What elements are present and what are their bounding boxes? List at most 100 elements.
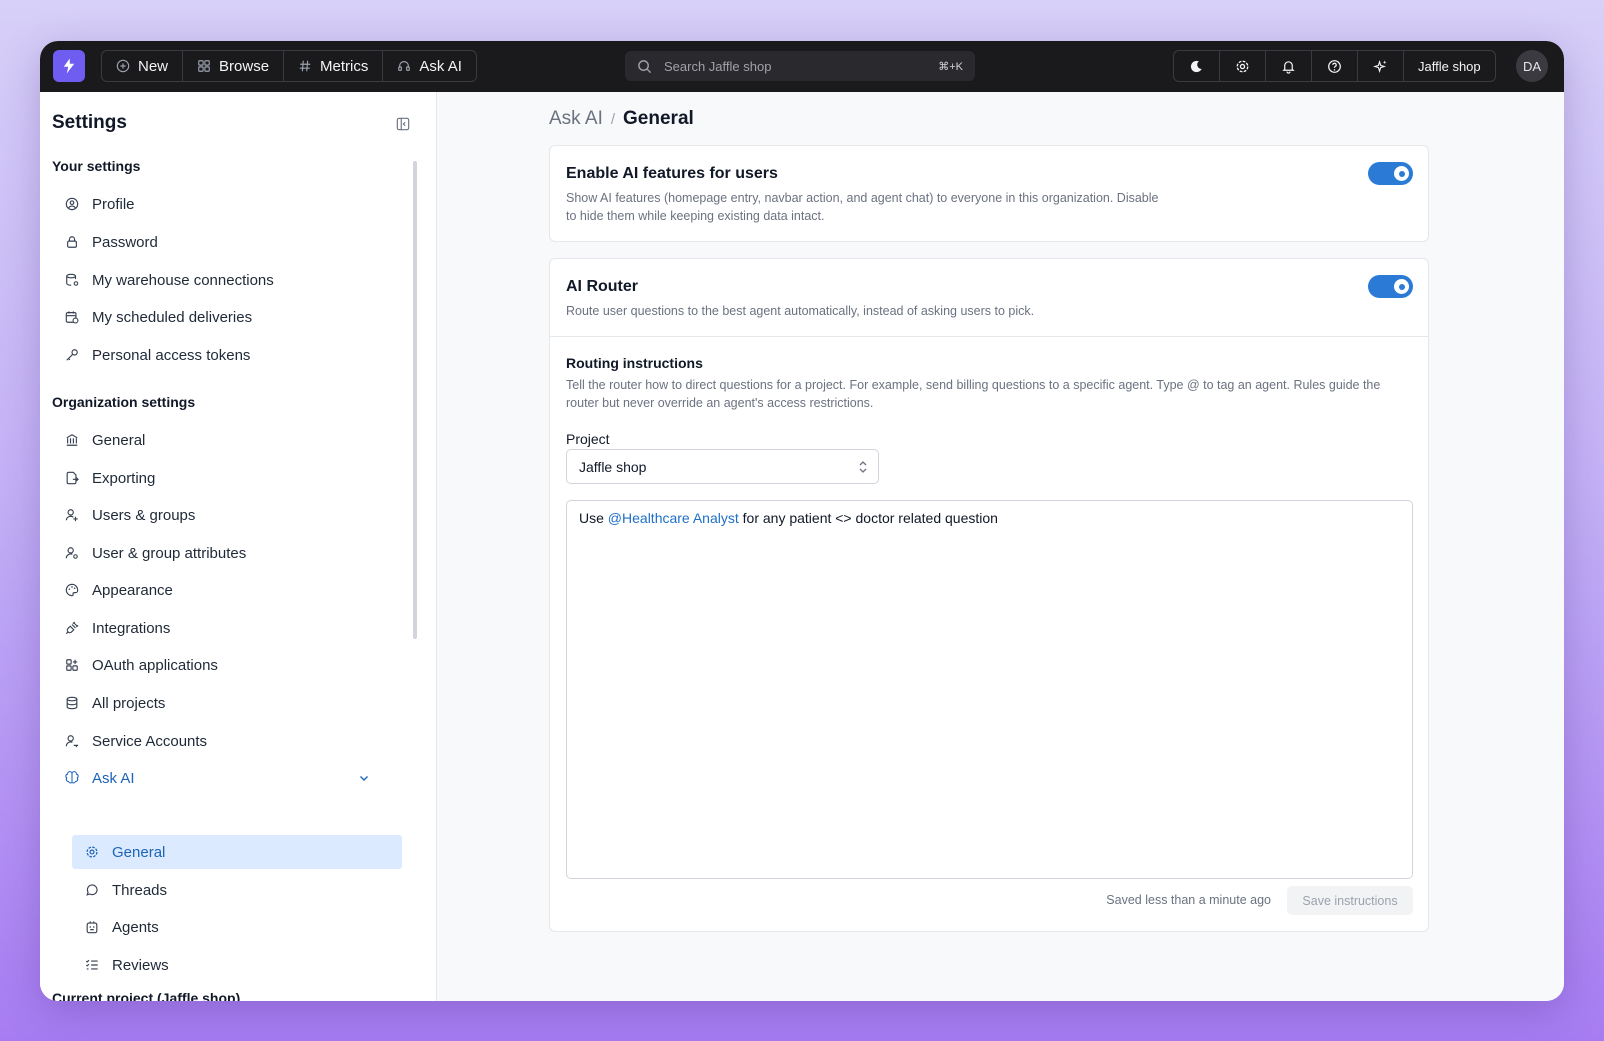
- headset-icon: [398, 61, 411, 71]
- sidebar-item-user-group-attributes[interactable]: User & group attributes: [52, 536, 382, 570]
- sidebar-item-all-projects[interactable]: All projects: [52, 686, 382, 720]
- sidebar-title: Settings: [52, 112, 127, 133]
- ai-router-title: AI Router: [566, 278, 638, 295]
- saved-status: Saved less than a minute ago: [1106, 893, 1271, 907]
- sidebar-item-appearance[interactable]: Appearance: [52, 573, 382, 607]
- brain-icon: [64, 770, 80, 786]
- ai-sparkle-button[interactable]: [1358, 51, 1404, 81]
- user-plus-icon: [64, 507, 80, 523]
- enable-ai-card: Enable AI features for users Show AI fea…: [549, 145, 1429, 242]
- search-shortcut: ⌘+K: [938, 60, 963, 73]
- sidebar-item-access-tokens[interactable]: Personal access tokens: [52, 338, 382, 372]
- gear-icon: [84, 844, 100, 860]
- search-placeholder: Search Jaffle shop: [664, 58, 772, 74]
- ai-router-toggle[interactable]: [1368, 275, 1413, 298]
- sidebar-item-label: General: [112, 843, 166, 861]
- toggle-knob: [1394, 166, 1409, 181]
- sparkles-icon: [1373, 59, 1387, 73]
- your-settings-heading: Your settings: [52, 158, 141, 174]
- sidebar-item-agents[interactable]: Agents: [72, 910, 402, 944]
- card-divider: [550, 336, 1428, 337]
- sidebar-item-label: Reviews: [112, 956, 169, 974]
- breadcrumb: Ask AI / General: [549, 108, 694, 130]
- metrics-label: Metrics: [320, 57, 369, 75]
- sidebar-item-label: Service Accounts: [92, 732, 208, 750]
- ask-ai-label: Ask AI: [419, 57, 462, 75]
- sidebar-scrollbar[interactable]: [413, 161, 417, 639]
- save-instructions-button[interactable]: Save instructions: [1287, 886, 1413, 915]
- settings-button[interactable]: [1220, 51, 1266, 81]
- browse-button[interactable]: Browse: [183, 51, 285, 81]
- sidebar-item-label: General: [92, 431, 146, 449]
- bell-icon: [1282, 60, 1295, 74]
- sidebar-item-users-groups[interactable]: Users & groups: [52, 498, 382, 532]
- enable-ai-toggle[interactable]: [1368, 162, 1413, 185]
- notifications-button[interactable]: [1266, 51, 1312, 81]
- palette-icon: [64, 582, 80, 598]
- breadcrumb-separator: /: [610, 110, 616, 128]
- sidebar-item-password[interactable]: Password: [52, 225, 382, 259]
- selector-chevron-icon: [859, 461, 867, 473]
- ai-router-card: AI Router Route user questions to the be…: [549, 258, 1429, 932]
- sidebar-item-label: User & group attributes: [92, 544, 247, 562]
- sidebar-item-label: Ask AI: [92, 769, 135, 787]
- search-input[interactable]: Search Jaffle shop ⌘+K: [625, 51, 975, 81]
- sidebar-item-label: Agents: [112, 918, 159, 936]
- robot-icon: [84, 919, 100, 935]
- sidebar-collapse-icon[interactable]: [396, 117, 410, 131]
- sidebar-item-service-accounts[interactable]: Service Accounts: [52, 724, 382, 758]
- routing-instructions-heading: Routing instructions: [566, 355, 703, 371]
- sidebar-item-exporting[interactable]: Exporting: [52, 461, 382, 495]
- sidebar-item-threads[interactable]: Threads: [72, 873, 402, 907]
- lock-icon: [64, 234, 80, 250]
- list-check-icon: [84, 957, 100, 973]
- new-button[interactable]: New: [102, 51, 184, 81]
- sidebar-item-warehouse-connections[interactable]: My warehouse connections: [52, 263, 382, 297]
- database-cog-icon: [64, 272, 80, 288]
- top-navbar: New Browse Metrics Ask AI Search Jaffle …: [40, 41, 1564, 92]
- apps-icon: [64, 657, 80, 673]
- sidebar-item-ask-ai[interactable]: Ask AI: [52, 761, 382, 795]
- sidebar-item-label: Personal access tokens: [92, 346, 251, 364]
- dark-mode-button[interactable]: [1174, 51, 1220, 81]
- avatar[interactable]: DA: [1516, 50, 1548, 82]
- breadcrumb-parent[interactable]: Ask AI: [549, 108, 603, 130]
- breadcrumb-current: General: [623, 108, 694, 129]
- user-cog-icon: [64, 545, 80, 561]
- sidebar-item-oauth-applications[interactable]: OAuth applications: [52, 648, 382, 682]
- routing-instructions-description: Tell the router how to direct questions …: [566, 378, 1381, 410]
- routing-instructions-textarea[interactable]: Use @Healthcare Analyst for any patient …: [566, 500, 1413, 879]
- building-bank-icon: [64, 432, 80, 448]
- calendar-clock-icon: [64, 309, 80, 325]
- org-settings-heading: Organization settings: [52, 394, 196, 410]
- nav-actions: New Browse Metrics Ask AI: [101, 50, 477, 82]
- sidebar-item-scheduled-deliveries[interactable]: My scheduled deliveries: [52, 300, 382, 334]
- key-icon: [64, 347, 80, 363]
- sidebar-item-general[interactable]: General: [52, 423, 382, 457]
- ask-ai-button[interactable]: Ask AI: [383, 51, 476, 81]
- sidebar-item-label: Exporting: [92, 469, 156, 487]
- metrics-button[interactable]: Metrics: [284, 51, 384, 81]
- project-select[interactable]: Jaffle shop: [566, 449, 879, 484]
- grid-icon: [198, 60, 210, 72]
- sidebar-item-label: My warehouse connections: [92, 271, 274, 289]
- user-key-icon: [64, 733, 80, 749]
- sidebar-item-reviews[interactable]: Reviews: [72, 948, 402, 982]
- instruction-prefix: Use: [579, 510, 608, 526]
- help-circle-icon: [1328, 59, 1341, 73]
- logo-icon[interactable]: [53, 50, 85, 82]
- agent-mention[interactable]: @Healthcare Analyst: [608, 510, 739, 526]
- sidebar-item-label: Threads: [112, 881, 168, 899]
- help-button[interactable]: [1312, 51, 1358, 81]
- main-content: Ask AI / General Enable AI features for …: [437, 92, 1564, 1001]
- sidebar-item-profile[interactable]: Profile: [52, 187, 382, 221]
- sidebar-item-label: All projects: [92, 694, 166, 712]
- plus-circle-icon: [116, 59, 130, 73]
- sidebar-item-label: Appearance: [92, 581, 173, 599]
- sidebar-item-ask-ai-general[interactable]: General: [72, 835, 402, 869]
- project-select-value: Jaffle shop: [579, 458, 647, 475]
- project-switcher-button[interactable]: Jaffle shop: [1404, 51, 1495, 81]
- hash-icon: [299, 60, 311, 72]
- sidebar-item-integrations[interactable]: Integrations: [52, 611, 382, 645]
- chevron-down-icon[interactable]: [358, 772, 370, 784]
